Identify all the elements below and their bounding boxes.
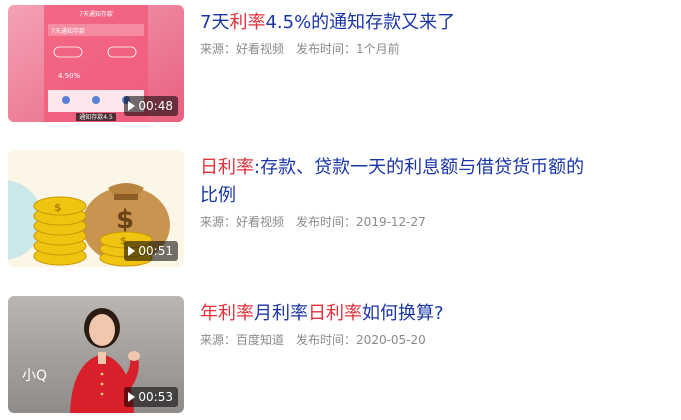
video-thumbnail[interactable]: 7天通知存款 7天通知存款 4.50% 通知存款4.5 00:48 bbox=[8, 5, 184, 122]
title-highlight: 年利率 bbox=[200, 303, 254, 324]
title-segment: 7天 bbox=[200, 12, 230, 33]
video-duration-badge: 00:51 bbox=[124, 241, 178, 261]
video-title-link[interactable]: 年利率月利率日利率如何换算? bbox=[200, 300, 600, 328]
duration-text: 00:53 bbox=[138, 390, 173, 404]
publish-time: 1个月前 bbox=[356, 42, 400, 56]
duration-text: 00:48 bbox=[138, 99, 173, 113]
svg-text:$: $ bbox=[54, 201, 62, 214]
time-label: 发布时间： bbox=[296, 333, 357, 347]
source-label: 来源： bbox=[200, 333, 237, 347]
play-icon bbox=[128, 392, 136, 402]
video-thumbnail[interactable]: $ $ $ 00:51 bbox=[8, 150, 184, 267]
play-icon bbox=[128, 101, 136, 111]
duration-text: 00:51 bbox=[138, 244, 173, 258]
video-meta: 来源：好看视频 发布时间：1个月前 bbox=[200, 40, 400, 58]
play-icon bbox=[128, 246, 136, 256]
video-title-link[interactable]: 日利率:存款、贷款一天的利息额与借贷货币额的比例 bbox=[200, 154, 600, 210]
svg-text:小Q: 小Q bbox=[22, 368, 47, 384]
publish-time: 2020-05-20 bbox=[356, 333, 426, 347]
video-meta: 来源：百度知道 发布时间：2020-05-20 bbox=[200, 331, 426, 349]
svg-text:通知存款4.5: 通知存款4.5 bbox=[79, 113, 113, 121]
svg-text:$: $ bbox=[116, 205, 134, 235]
title-highlight: 利率 bbox=[229, 12, 266, 33]
title-highlight: 日利率 bbox=[308, 303, 362, 324]
svg-text:7天通知存款: 7天通知存款 bbox=[51, 27, 85, 35]
source-label: 来源： bbox=[200, 215, 237, 229]
time-label: 发布时间： bbox=[296, 215, 357, 229]
video-meta: 来源：好看视频 发布时间：2019-12-27 bbox=[200, 213, 426, 231]
video-thumbnail[interactable]: 小Q 00:53 bbox=[8, 296, 184, 413]
video-result-item[interactable]: $ $ $ 00:51 日利率:存款、贷款一天的利息额 bbox=[0, 145, 681, 267]
source-name: 百度知道 bbox=[236, 333, 285, 347]
title-segment: 月利率 bbox=[254, 303, 308, 324]
source-label: 来源： bbox=[200, 42, 237, 56]
video-duration-badge: 00:48 bbox=[124, 96, 178, 116]
title-segment: 如何换算? bbox=[362, 303, 444, 324]
title-highlight: 日利率 bbox=[200, 157, 254, 178]
video-result-item[interactable]: 7天通知存款 7天通知存款 4.50% 通知存款4.5 00:48 7天利率4.… bbox=[0, 0, 681, 122]
publish-time: 2019-12-27 bbox=[356, 215, 426, 229]
title-segment: 4.5%的通知存款又来了 bbox=[265, 12, 456, 33]
source-name: 好看视频 bbox=[236, 42, 285, 56]
svg-text:4.50%: 4.50% bbox=[58, 72, 81, 80]
time-label: 发布时间： bbox=[296, 42, 357, 56]
video-duration-badge: 00:53 bbox=[124, 387, 178, 407]
source-name: 好看视频 bbox=[236, 215, 285, 229]
video-result-item[interactable]: 小Q 00:53 年利率月利率日利率如何换算? 来源：百度知道 发布时间：2020… bbox=[0, 291, 681, 413]
video-title-link[interactable]: 7天利率4.5%的通知存款又来了 bbox=[200, 9, 600, 37]
title-segment: :存款、贷款一天的利息额与借贷货币额的比例 bbox=[200, 157, 585, 206]
svg-text:7天通知存款: 7天通知存款 bbox=[79, 10, 113, 18]
